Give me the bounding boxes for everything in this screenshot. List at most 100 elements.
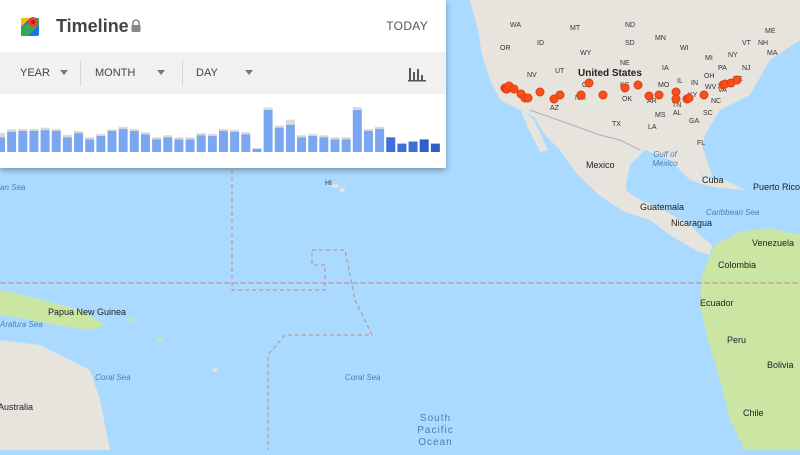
- histogram-bar[interactable]: [375, 128, 385, 152]
- location-pin[interactable]: [644, 91, 654, 101]
- histogram-bar-overflow: [62, 134, 72, 138]
- histogram-bar-overflow: [297, 135, 307, 138]
- histogram-bar-overflow: [230, 129, 240, 132]
- histogram-bar[interactable]: [341, 139, 351, 152]
- location-pin[interactable]: [671, 94, 681, 104]
- histogram-bar-overflow: [219, 128, 228, 131]
- histogram-bar[interactable]: [74, 133, 84, 152]
- histogram-bar[interactable]: [140, 134, 150, 152]
- histogram-bar[interactable]: [274, 127, 284, 152]
- gulf-of-mexico-label: Gulf of Mexico: [652, 150, 678, 168]
- histogram-bar[interactable]: [330, 139, 340, 152]
- state-label: NE: [620, 60, 630, 67]
- location-pin[interactable]: [654, 90, 664, 100]
- timeline-panel: Timeline TODAY YEAR MONTH DAY: [0, 0, 446, 168]
- histogram-bar[interactable]: [85, 139, 95, 152]
- histogram-bar[interactable]: [430, 143, 440, 152]
- histogram-bar[interactable]: [408, 141, 418, 153]
- histogram-bar[interactable]: [18, 131, 28, 152]
- location-pin[interactable]: [598, 90, 608, 100]
- state-label: UT: [555, 68, 565, 75]
- state-label: AL: [673, 110, 682, 117]
- location-pin[interactable]: [523, 93, 533, 103]
- state-label: MA: [767, 50, 778, 57]
- histogram-bar[interactable]: [219, 131, 228, 152]
- histogram-bar[interactable]: [319, 137, 329, 152]
- histogram-bar[interactable]: [40, 130, 50, 152]
- histogram-bar[interactable]: [363, 131, 373, 152]
- hawaii-island: [339, 188, 345, 192]
- histogram-bar-overflow: [330, 137, 340, 140]
- day-dropdown[interactable]: DAY: [183, 52, 268, 94]
- day-dropdown-label: DAY: [196, 67, 218, 79]
- location-pin[interactable]: [684, 93, 694, 103]
- histogram-bar-overflow: [363, 128, 373, 131]
- state-label: HI: [325, 180, 332, 187]
- location-pin[interactable]: [535, 87, 545, 97]
- sea-label-left: an Sea: [0, 183, 26, 192]
- state-label: WI: [680, 45, 689, 52]
- histogram-bar[interactable]: [386, 137, 396, 152]
- histogram-bar[interactable]: [297, 137, 307, 152]
- histogram-bar-overflow: [118, 126, 128, 129]
- histogram-bar[interactable]: [285, 124, 295, 152]
- histogram-bar[interactable]: [118, 128, 128, 152]
- month-dropdown[interactable]: MONTH: [81, 52, 182, 94]
- state-label: SD: [625, 40, 635, 47]
- location-pin[interactable]: [699, 90, 709, 100]
- histogram-bar[interactable]: [308, 136, 318, 152]
- histogram-bar[interactable]: [7, 131, 17, 152]
- histogram-bar-overflow: [319, 135, 329, 138]
- state-label: NC: [711, 98, 722, 105]
- histogram-bar[interactable]: [96, 136, 106, 152]
- histogram-bar[interactable]: [29, 131, 39, 152]
- year-dropdown[interactable]: YEAR: [0, 52, 80, 94]
- timeline-header: Timeline TODAY: [0, 0, 446, 52]
- chevron-down-icon: [157, 70, 165, 75]
- histogram-bar[interactable]: [419, 139, 429, 152]
- caribbean-sea-label: Caribbean Sea: [706, 208, 760, 217]
- state-label: MT: [570, 25, 581, 32]
- histogram-bar[interactable]: [152, 139, 162, 152]
- histogram-bar-overflow: [274, 125, 284, 128]
- today-button[interactable]: TODAY: [386, 19, 428, 33]
- state-label: FL: [697, 140, 706, 147]
- state-label: WA: [510, 22, 522, 29]
- state-label: SC: [703, 110, 713, 117]
- peru-label: Peru: [727, 335, 747, 345]
- hawaii-island: [331, 184, 339, 188]
- histogram-bar[interactable]: [0, 137, 5, 152]
- location-pin[interactable]: [620, 83, 630, 93]
- histogram-bar[interactable]: [252, 148, 262, 152]
- state-label: MI: [705, 55, 713, 62]
- location-pin[interactable]: [555, 90, 565, 100]
- histogram-bar[interactable]: [163, 137, 173, 152]
- histogram-bar[interactable]: [185, 139, 195, 152]
- guatemala-label: Guatemala: [640, 202, 685, 212]
- activity-histogram[interactable]: [0, 100, 446, 160]
- histogram-bar[interactable]: [241, 134, 251, 152]
- location-pin[interactable]: [576, 90, 586, 100]
- histogram-bar[interactable]: [107, 131, 117, 152]
- location-pin[interactable]: [732, 75, 742, 85]
- histogram-bar[interactable]: [129, 131, 139, 152]
- location-pin[interactable]: [584, 78, 594, 88]
- state-label: GA: [689, 118, 700, 125]
- histogram-bar[interactable]: [62, 137, 72, 152]
- bar-chart-icon[interactable]: [408, 66, 426, 82]
- histogram-bar-overflow: [40, 127, 50, 131]
- histogram-bar[interactable]: [263, 110, 273, 152]
- histogram-bar[interactable]: [230, 131, 240, 152]
- island: [157, 338, 163, 342]
- state-label: AZ: [550, 105, 559, 112]
- histogram-bar[interactable]: [352, 110, 362, 152]
- nicaragua-label: Nicaragua: [671, 218, 713, 228]
- venezuela-label: Venezuela: [752, 238, 795, 248]
- histogram-bar[interactable]: [51, 131, 61, 152]
- histogram-bar[interactable]: [196, 135, 206, 152]
- histogram-bar-overflow: [185, 137, 195, 140]
- histogram-bar[interactable]: [397, 143, 407, 152]
- location-pin[interactable]: [633, 80, 643, 90]
- histogram-bar[interactable]: [174, 139, 184, 152]
- histogram-bar[interactable]: [207, 136, 217, 152]
